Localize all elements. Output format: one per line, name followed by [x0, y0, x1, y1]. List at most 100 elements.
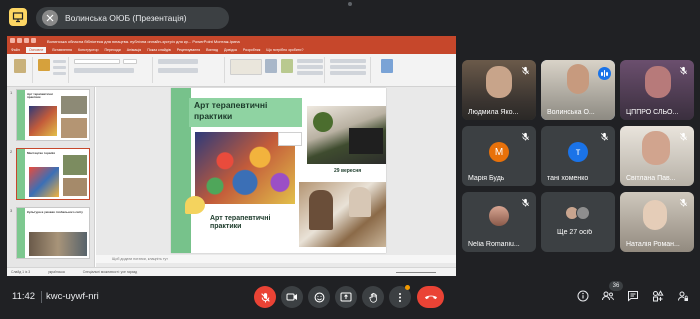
meet-window: Волинська ОЮБ (Презентація) Волинська об…	[0, 0, 700, 319]
more-participants-tile[interactable]: Ще 27 осіб	[541, 192, 615, 252]
status-accessibility[interactable]: Спеціальні можливості: усе гаразд	[83, 270, 137, 274]
workshop-photo-1	[307, 106, 386, 164]
participant-tile[interactable]: М Марія Будь	[462, 126, 536, 186]
thumb-art	[29, 167, 59, 197]
participant-name: Марія Будь	[468, 175, 505, 182]
participant-tile[interactable]: ЦППРО СЛЬО...	[620, 60, 694, 120]
align-buttons[interactable]	[158, 68, 198, 73]
top-indicator	[348, 2, 352, 6]
reactions-button[interactable]	[308, 286, 330, 308]
quick-styles-icon[interactable]	[281, 59, 293, 73]
ppt-tab[interactable]: Довідка	[224, 48, 237, 52]
slide-thumbnail-selected[interactable]: Мистецтво терапія	[16, 148, 90, 200]
participant-tile[interactable]: Волинська О...	[541, 60, 615, 120]
thumb-photo	[63, 155, 87, 175]
section-button[interactable]	[53, 72, 66, 75]
participant-tile[interactable]: Людмила Яко...	[462, 60, 536, 120]
ribbon-group-editing	[327, 57, 371, 83]
font-select[interactable]	[74, 59, 120, 64]
participant-tile[interactable]: Nelia Romaniu...	[462, 192, 536, 252]
reset-button[interactable]	[53, 66, 66, 69]
thumb-number: 3	[10, 208, 13, 213]
emoji-icon	[314, 292, 324, 302]
ribbon-group-voice	[373, 57, 403, 83]
replace-button[interactable]	[330, 65, 366, 69]
font-format-buttons[interactable]	[74, 68, 134, 73]
palette-icon	[185, 196, 205, 214]
chat-button[interactable]	[625, 288, 641, 304]
shape-fill-button[interactable]	[297, 59, 323, 63]
ppt-tab[interactable]: Анімація	[127, 48, 141, 52]
ppt-tab[interactable]: Рецензування	[177, 48, 200, 52]
find-button[interactable]	[330, 59, 366, 63]
participant-name: Світлана Пав...	[626, 175, 676, 182]
arrange-icon[interactable]	[265, 59, 277, 73]
participant-face	[642, 131, 670, 165]
participant-avatar: М	[489, 142, 509, 162]
mic-off-icon	[260, 292, 270, 302]
notes-pane[interactable]: Щоб додати нотатки, клацніть тут	[96, 255, 456, 263]
mic-toggle-button[interactable]	[254, 286, 276, 308]
ppt-tab[interactable]: Вставлення	[52, 48, 72, 52]
slide-thumbnail[interactable]: Арт терапевтичні практики	[16, 89, 90, 141]
layout-button[interactable]	[53, 60, 66, 63]
host-controls-button[interactable]	[675, 288, 691, 304]
presentation-icon[interactable]	[9, 8, 27, 26]
dictate-icon[interactable]	[381, 59, 393, 73]
slide-accent-bar	[171, 88, 191, 253]
tablet-image	[349, 128, 383, 154]
paste-icon[interactable]	[14, 59, 26, 73]
logo-image	[278, 132, 302, 146]
ppt-tab[interactable]: Вигляд	[206, 48, 218, 52]
status-slide: Слайд 1 із 3	[11, 270, 31, 274]
slide-editor[interactable]: Арт терапевтичні практики Арт терапевтич…	[96, 87, 456, 267]
ppt-tab-active[interactable]: Основне	[25, 47, 47, 53]
ppt-tab[interactable]: Що потрібно зробити?	[266, 48, 303, 52]
current-slide[interactable]: Арт терапевтичні практики Арт терапевтич…	[171, 88, 386, 253]
zoom-slider[interactable]	[396, 272, 436, 273]
shape-outline-button[interactable]	[297, 65, 323, 69]
thumb-photo	[29, 232, 87, 256]
thumb-art	[29, 106, 57, 136]
ppt-ribbon	[7, 54, 456, 87]
participant-face	[643, 200, 667, 230]
ppt-tab[interactable]: Розробник	[243, 48, 260, 52]
ppt-tab[interactable]: Показ слайдів	[147, 48, 171, 52]
workshop-photo-2	[299, 182, 386, 247]
ppt-tab[interactable]: Конструктор	[78, 48, 99, 52]
slide-date[interactable]: 29 вересня	[334, 168, 361, 174]
present-screen-button[interactable]	[335, 286, 357, 308]
leave-call-button[interactable]	[417, 286, 444, 308]
art-caption[interactable]: Арт терапевтичні практики	[210, 215, 285, 232]
participant-tile[interactable]: т тані хоменко	[541, 126, 615, 186]
select-button[interactable]	[330, 71, 366, 75]
activities-button[interactable]	[650, 288, 666, 304]
clock: 11:42	[12, 291, 36, 302]
meeting-details-button[interactable]	[575, 288, 591, 304]
ppt-tab[interactable]: Переходи	[104, 48, 120, 52]
thumb-photo	[63, 178, 87, 196]
participant-tile[interactable]: Світлана Пав...	[620, 126, 694, 186]
slide-thumbnail[interactable]: Культура в умовах глобального світу	[16, 207, 90, 259]
font-size-select[interactable]	[123, 59, 137, 64]
shapes-gallery[interactable]	[230, 59, 262, 75]
shape-effects-button[interactable]	[297, 71, 323, 75]
participant-face	[567, 64, 589, 94]
shared-screen[interactable]: Волинська обласна бібліотека для юнацтва…	[7, 36, 456, 276]
new-slide-icon[interactable]	[38, 59, 50, 71]
presenter-chip[interactable]: Волинська ОЮБ (Презентація)	[36, 7, 229, 29]
list-buttons[interactable]	[158, 59, 198, 64]
ribbon-group-slides	[35, 57, 69, 83]
status-language: українська	[48, 270, 65, 274]
divider	[41, 291, 42, 303]
ppt-tab[interactable]: Файл	[11, 48, 20, 52]
participant-tile[interactable]: Наталія Роман...	[620, 192, 694, 252]
raise-hand-button[interactable]	[362, 286, 384, 308]
camera-toggle-button[interactable]	[281, 286, 303, 308]
ribbon-group-font	[71, 57, 153, 83]
top-bar: Волинська ОЮБ (Презентація)	[0, 0, 700, 36]
camera-icon	[286, 293, 297, 301]
people-button[interactable]	[600, 288, 616, 304]
slide-title[interactable]: Арт терапевтичні практики	[194, 100, 289, 121]
presenter-avatar	[42, 10, 58, 26]
